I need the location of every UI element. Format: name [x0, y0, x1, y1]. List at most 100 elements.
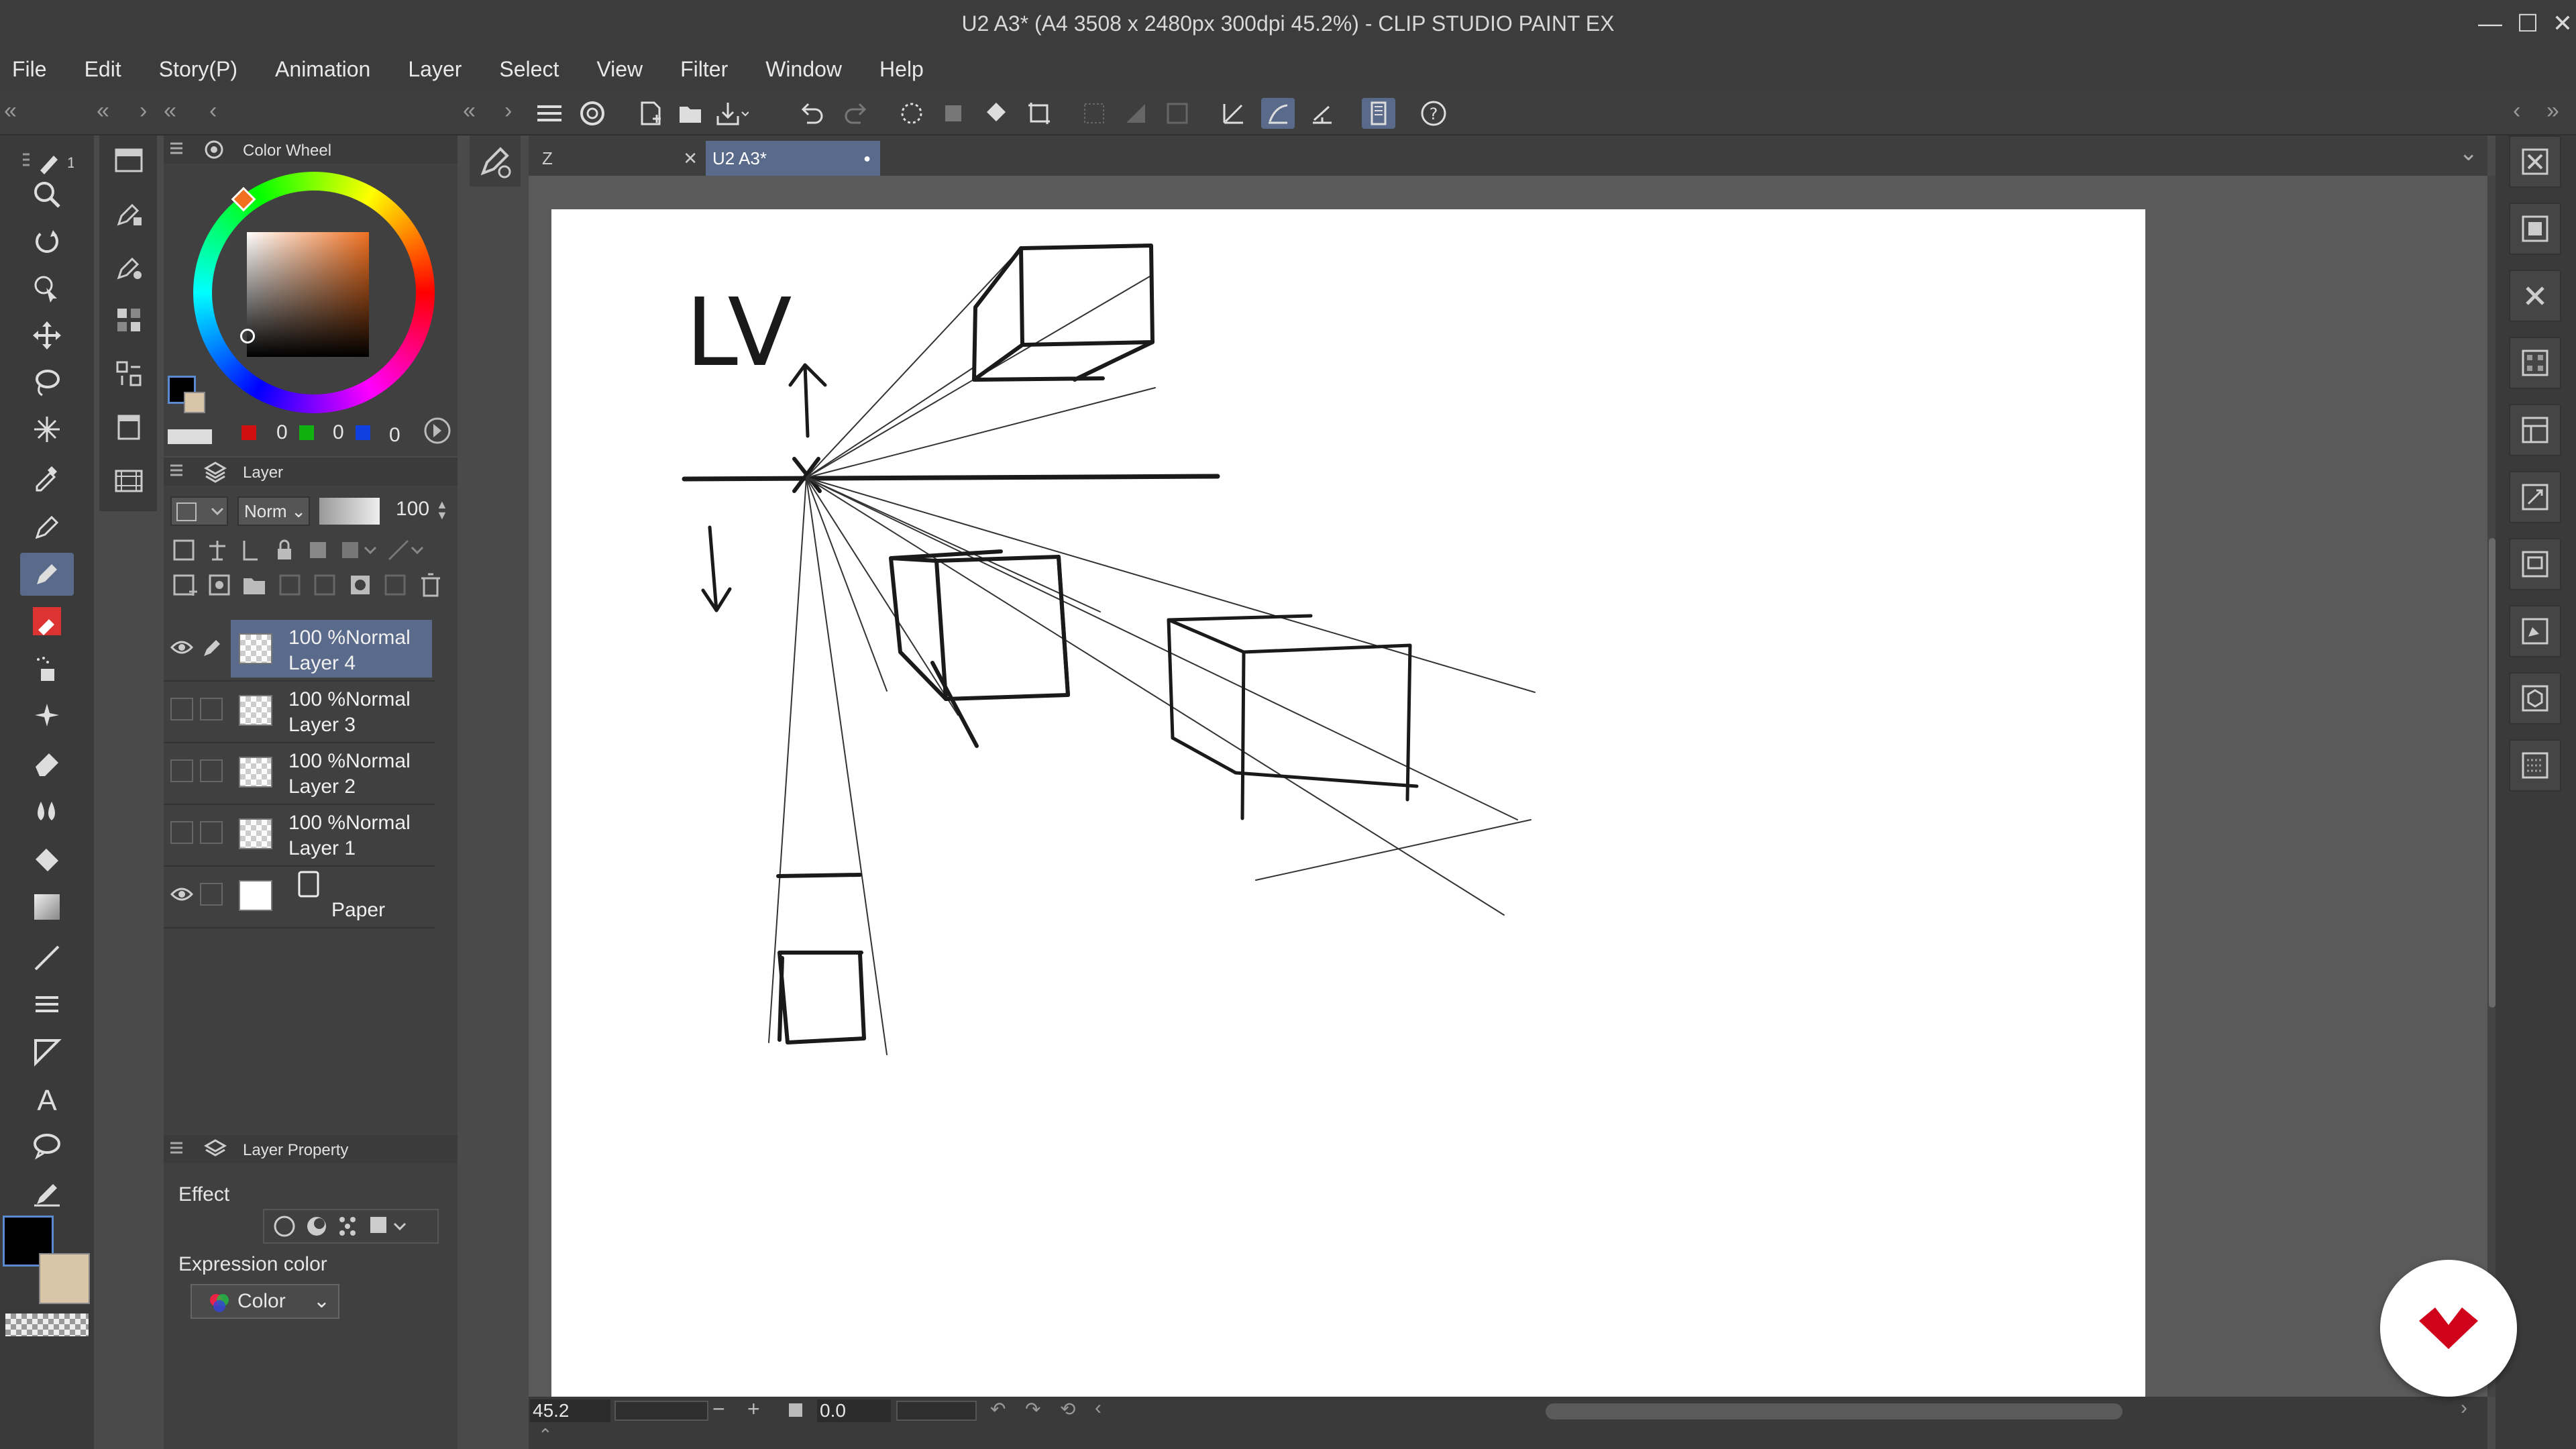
edit-toggle[interactable] — [200, 883, 223, 906]
layer-row-3[interactable]: 100 %Normal Layer 3 — [164, 680, 435, 743]
opacity-slider[interactable] — [319, 498, 380, 525]
lock-layer-icon[interactable] — [271, 537, 298, 564]
blend-icon[interactable] — [20, 788, 74, 830]
zoom-slider[interactable] — [614, 1401, 708, 1421]
hue-ring[interactable] — [193, 172, 435, 413]
zoom-out-icon[interactable]: − — [712, 1397, 725, 1421]
layer-3-content[interactable]: 100 %Normal Layer 3 — [231, 682, 432, 739]
color-set-icon[interactable] — [168, 429, 212, 444]
fit-screen-icon[interactable] — [789, 1403, 802, 1417]
visibility-toggle[interactable] — [170, 698, 193, 720]
sub-tool-icon-6[interactable] — [109, 407, 149, 448]
right-panel-button-1[interactable] — [2509, 136, 2561, 188]
figure-line-icon[interactable] — [20, 936, 74, 979]
clip-studio-icon[interactable] — [576, 98, 609, 129]
eye-icon[interactable] — [170, 636, 193, 659]
edit-toggle[interactable] — [200, 821, 223, 844]
selection-area-icon[interactable] — [936, 98, 970, 129]
menu-window[interactable]: Window — [765, 57, 842, 82]
sub-tool-icon-5[interactable] — [109, 353, 149, 394]
layer-color-dropdown[interactable] — [170, 496, 228, 526]
transform-icon[interactable] — [1022, 98, 1056, 129]
palette-color-icon[interactable] — [385, 537, 425, 564]
fill-bucket-icon[interactable] — [20, 839, 74, 881]
clear-icon[interactable] — [895, 98, 928, 129]
collapse-canvas-icon[interactable]: « — [463, 98, 476, 124]
tone-effect-icon[interactable] — [335, 1213, 362, 1240]
horizontal-scroll-thumb[interactable] — [1546, 1403, 2123, 1419]
open-folder-icon[interactable] — [674, 98, 707, 129]
reference-layer-icon[interactable] — [204, 537, 231, 564]
undo-icon[interactable] — [796, 98, 829, 129]
zoom-in-icon[interactable]: + — [747, 1397, 760, 1421]
extract-line-icon[interactable] — [303, 1213, 330, 1240]
chevron-right-icon[interactable]: › — [504, 98, 512, 124]
tab-u2-a3[interactable]: U2 A3* ● — [706, 141, 880, 176]
paper-layer-row[interactable]: Paper — [164, 865, 435, 928]
new-raster-layer-icon[interactable] — [170, 572, 199, 598]
sub-tool-icon-4[interactable] — [109, 299, 149, 341]
frame-border-icon[interactable] — [20, 983, 74, 1026]
right-panel-button-6[interactable] — [2509, 471, 2561, 523]
unsaved-dot-icon[interactable]: ● — [863, 141, 871, 176]
transfer-down-icon[interactable] — [276, 572, 305, 598]
visibility-toggle[interactable] — [170, 821, 193, 844]
trash-icon[interactable] — [417, 572, 446, 598]
zoom-value[interactable]: 45.2 — [530, 1399, 610, 1422]
chevron-left-right-icon[interactable]: ‹ — [2513, 98, 2520, 124]
menu-file[interactable]: File — [12, 57, 47, 82]
menu-story[interactable]: Story(P) — [159, 57, 237, 82]
menu-view[interactable]: View — [596, 57, 643, 82]
close-window-button[interactable]: ✕ — [2544, 0, 2576, 47]
scroll-left-icon[interactable]: ‹ — [1095, 1397, 1102, 1419]
chevron-left-icon[interactable]: ‹ — [209, 98, 217, 124]
right-panel-button-7[interactable] — [2509, 538, 2561, 590]
rotation-slider[interactable] — [896, 1401, 977, 1421]
color-mode-icon[interactable] — [423, 416, 452, 445]
sub-color-swatch[interactable] — [39, 1253, 90, 1304]
reference-icon[interactable] — [1161, 98, 1194, 129]
correct-line-icon[interactable] — [20, 1171, 74, 1214]
menu-filter[interactable]: Filter — [680, 57, 728, 82]
maximize-button[interactable]: ☐ — [2509, 0, 2546, 47]
balloon-icon[interactable] — [20, 1124, 74, 1167]
right-panel-button-9[interactable] — [2509, 672, 2561, 724]
rotate-icon[interactable] — [20, 220, 74, 263]
text-icon[interactable]: A — [20, 1077, 74, 1120]
rotate-right-icon[interactable]: ↷ — [1025, 1398, 1040, 1420]
apply-mask-icon[interactable] — [382, 572, 411, 598]
snap-grid-icon[interactable] — [1305, 98, 1339, 129]
mask-options-icon[interactable] — [338, 537, 378, 564]
new-file-icon[interactable] — [633, 98, 667, 129]
floating-logo-button[interactable] — [2380, 1260, 2517, 1397]
menu-select[interactable]: Select — [499, 57, 559, 82]
layer-row-2[interactable]: 100 %Normal Layer 2 — [164, 742, 435, 805]
layer-1-content[interactable]: 100 %Normal Layer 1 — [231, 805, 432, 863]
ruler-icon[interactable] — [20, 1030, 74, 1073]
expression-color-dropdown[interactable]: Color ⌄ — [191, 1284, 339, 1319]
right-panel-button-5[interactable] — [2509, 404, 2561, 456]
close-tab-icon[interactable]: ✕ — [683, 141, 698, 176]
layer-4-content[interactable]: 100 %Normal Layer 4 — [231, 620, 432, 678]
layer-2-content[interactable]: 100 %Normal Layer 2 — [231, 743, 432, 801]
property-menu-icon[interactable] — [170, 1140, 182, 1157]
menu-edit[interactable]: Edit — [85, 57, 121, 82]
edit-toggle[interactable] — [200, 759, 223, 782]
snap-special-ruler-icon[interactable] — [1261, 98, 1295, 129]
menu-animation[interactable]: Animation — [275, 57, 370, 82]
color-picker-handle[interactable] — [240, 329, 255, 343]
expand-right-icon[interactable]: › — [140, 98, 147, 124]
layer-color-effect-icon[interactable] — [368, 1213, 408, 1240]
lock-transparent-icon[interactable] — [305, 537, 331, 564]
rotation-value[interactable]: 0.0 — [817, 1399, 891, 1422]
collapse-panel-icon[interactable]: « — [164, 98, 176, 124]
sub-tool-icon-3[interactable] — [109, 246, 149, 287]
opacity-value[interactable]: 100 — [396, 498, 429, 521]
layer-row-4[interactable]: 100 %Normal Layer 4 — [164, 619, 435, 682]
layer-row-1[interactable]: 100 %Normal Layer 1 — [164, 804, 435, 867]
visibility-toggle[interactable] — [170, 759, 193, 782]
saturation-value-square[interactable] — [247, 232, 369, 357]
tab-z[interactable]: Z ✕ — [535, 141, 703, 176]
opacity-stepper-icon[interactable]: ▲ ▼ — [436, 498, 448, 521]
right-panel-button-8[interactable] — [2509, 605, 2561, 657]
